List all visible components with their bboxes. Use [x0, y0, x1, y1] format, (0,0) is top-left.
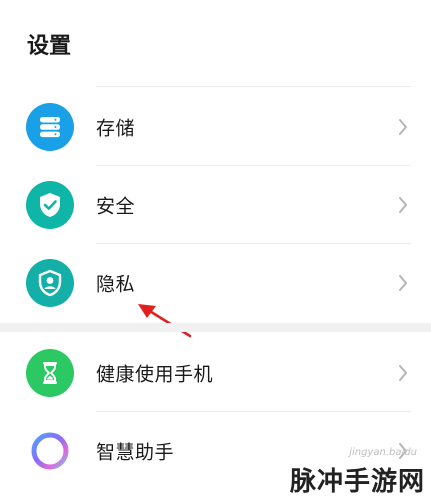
watermark-source: jingyan.baidu [349, 447, 417, 458]
settings-item-label: 隐私 [96, 273, 136, 296]
storage-icon [26, 103, 74, 151]
shield-check-icon [26, 181, 74, 229]
section-separator [0, 323, 431, 332]
privacy-shield-icon [26, 259, 74, 307]
settings-item-security[interactable]: 安全 [0, 166, 431, 244]
chevron-right-icon [399, 197, 407, 213]
settings-item-label: 健康使用手机 [96, 363, 214, 386]
assistant-ring-icon [26, 427, 74, 475]
settings-page: 设置 存储 安全 隐私 健康使用手机 智慧助手 jingyan.baidu 脉冲… [0, 0, 431, 500]
chevron-right-icon [399, 365, 407, 381]
page-title: 设置 [27, 34, 72, 59]
hourglass-icon [26, 349, 74, 397]
chevron-right-icon [399, 119, 407, 135]
settings-item-storage[interactable]: 存储 [0, 88, 431, 166]
divider [96, 86, 411, 87]
settings-item-label: 安全 [96, 195, 136, 218]
watermark-text: 脉冲手游网 [289, 467, 425, 497]
settings-item-digital-balance[interactable]: 健康使用手机 [0, 334, 431, 412]
chevron-right-icon [399, 275, 407, 291]
settings-item-label: 存储 [96, 117, 136, 140]
settings-item-label: 智慧助手 [96, 441, 175, 464]
settings-item-privacy[interactable]: 隐私 [0, 244, 431, 322]
